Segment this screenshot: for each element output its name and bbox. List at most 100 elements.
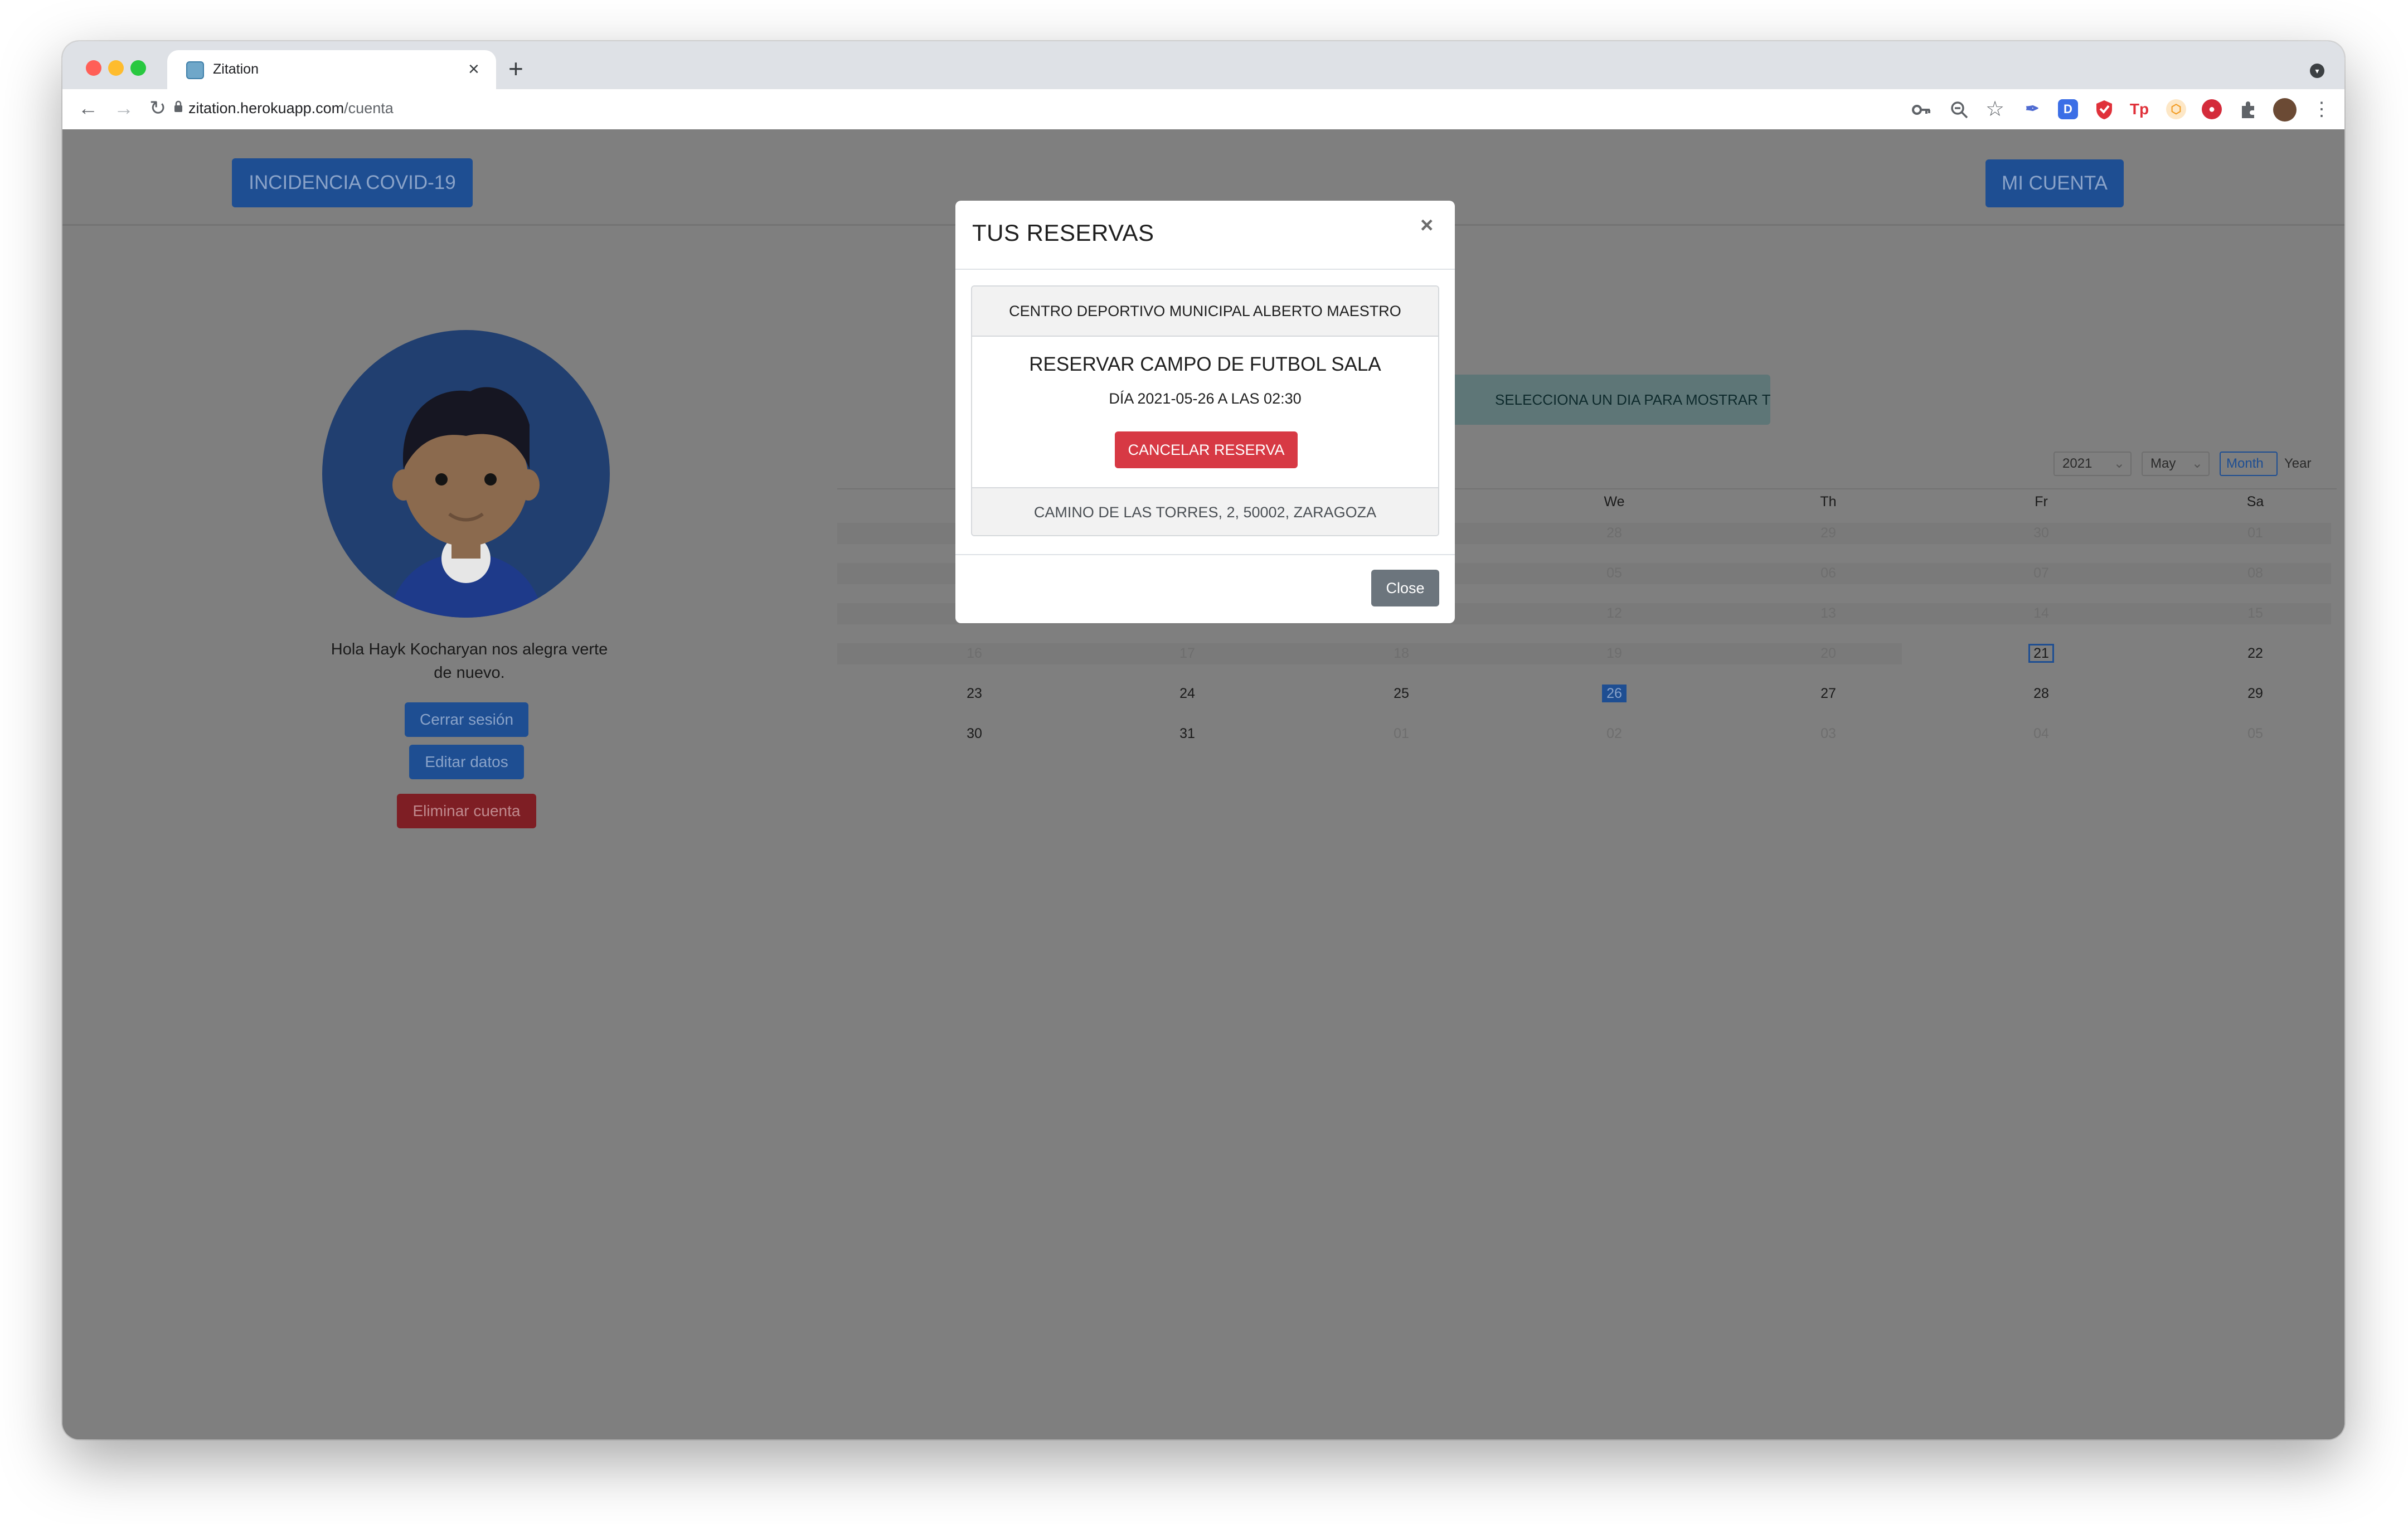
calendar-day-number: 22 <box>2247 645 2263 661</box>
calendar-day[interactable]: 01 <box>2222 522 2289 544</box>
calendar-day-number: 04 <box>2033 726 2049 741</box>
calendar-day-number: 29 <box>2247 686 2263 701</box>
calendar-day[interactable]: 15 <box>2222 602 2289 624</box>
reservation-card: CENTRO DEPORTIVO MUNICIPAL ALBERTO MAEST… <box>971 285 1439 536</box>
calendar-day[interactable]: 29 <box>1795 522 1862 544</box>
cancel-reservation-button[interactable]: CANCELAR RESERVA <box>1115 431 1298 468</box>
tab-strip: Zitation × + ▾ <box>62 41 2344 89</box>
tab-title: Zitation <box>213 61 259 77</box>
feather-extension-icon[interactable]: ✒ <box>2022 99 2042 119</box>
calendar-day[interactable]: 06 <box>1795 562 1862 584</box>
calendar-day-number: 07 <box>2033 565 2049 581</box>
calendar-day-number: 16 <box>967 645 982 661</box>
reservation-title: RESERVAR CAMPO DE FUTBOL SALA <box>1029 353 1381 375</box>
calendar-day[interactable]: 08 <box>2222 562 2289 584</box>
venue-address: CAMINO DE LAS TORRES, 2, 50002, ZARAGOZA <box>972 487 1438 535</box>
forward-icon[interactable]: → <box>114 97 134 119</box>
modal-title: TUS RESERVAS <box>972 220 1154 246</box>
calendar-day-number: 01 <box>2247 525 2263 541</box>
weekday-header: Th <box>1820 494 1837 509</box>
venue-name: CENTRO DEPORTIVO MUNICIPAL ALBERTO MAEST… <box>972 287 1438 337</box>
tab-close-icon[interactable]: × <box>468 58 479 80</box>
reservation-date: DÍA 2021-05-26 A LAS 02:30 <box>1109 390 1302 407</box>
calendar-day[interactable]: 25 <box>1368 682 1435 705</box>
calendar-day[interactable]: 29 <box>2222 682 2289 705</box>
calendar-day-number: 25 <box>1394 686 1409 701</box>
calendar-day[interactable]: 17 <box>1154 642 1221 664</box>
calendar-day[interactable]: 27 <box>1795 682 1862 705</box>
calendar-day[interactable]: 19 <box>1581 642 1648 664</box>
browser-tab[interactable]: Zitation × <box>167 50 496 89</box>
calendar-day[interactable]: 30 <box>2008 522 2075 544</box>
calendar-day[interactable]: 01 <box>1368 722 1435 745</box>
tp-extension-icon[interactable]: Tp <box>2129 99 2149 119</box>
lock-icon <box>174 100 182 112</box>
calendar-day[interactable]: 24 <box>1154 682 1221 705</box>
zoom-icon[interactable] <box>1950 100 1969 119</box>
calendar-day[interactable]: 16 <box>941 642 1008 664</box>
address-bar[interactable]: zitation.herokuapp.com/cuenta <box>188 97 394 119</box>
calendar-day[interactable]: 14 <box>2008 602 2075 624</box>
modal-close-button[interactable]: Close <box>1371 570 1439 606</box>
calendar-day[interactable]: 28 <box>2008 682 2075 705</box>
calendar-day-number: 30 <box>2033 525 2049 541</box>
maximize-window-icon[interactable] <box>130 60 146 76</box>
url-domain: zitation.herokuapp.com <box>188 100 344 117</box>
calendar-day[interactable]: 22 <box>2222 642 2289 664</box>
calendar-day[interactable]: 28 <box>1581 522 1648 544</box>
calendar-day[interactable]: 30 <box>941 722 1008 745</box>
calendar-day[interactable]: 03 <box>1795 722 1862 745</box>
calendar-day-number: 31 <box>1179 726 1195 741</box>
profile-avatar-icon[interactable] <box>2273 98 2297 122</box>
hex-extension-icon[interactable]: ⬡ <box>2166 99 2186 119</box>
reload-icon[interactable]: ↻ <box>149 97 166 119</box>
browser-window: Zitation × + ▾ ← → ↻ zitation.herokuapp.… <box>62 41 2344 1439</box>
calendar-day[interactable]: 20 <box>1795 642 1862 664</box>
calendar-day[interactable]: 04 <box>2008 722 2075 745</box>
close-window-icon[interactable] <box>86 60 101 76</box>
calendar-day[interactable]: 05 <box>1581 562 1648 584</box>
browser-menu-icon[interactable]: ⋮ <box>2312 97 2331 122</box>
d-extension-icon[interactable]: D <box>2058 99 2078 119</box>
tab-search-icon[interactable]: ▾ <box>2310 64 2324 78</box>
calendar-day[interactable]: 26 <box>1581 682 1648 705</box>
circle-extension-icon[interactable]: ● <box>2202 99 2222 119</box>
puzzle-icon[interactable] <box>2239 100 2258 119</box>
calendar-day[interactable]: 31 <box>1154 722 1221 745</box>
minimize-window-icon[interactable] <box>108 60 124 76</box>
calendar-day-number: 20 <box>1820 645 1836 661</box>
calendar-day[interactable]: 23 <box>941 682 1008 705</box>
calendar-day-number: 14 <box>2033 605 2049 621</box>
reservations-modal: TUS RESERVAS × CENTRO DEPORTIVO MUNICIPA… <box>955 201 1455 623</box>
delete-account-button[interactable]: Eliminar cuenta <box>397 794 536 828</box>
bookmark-star-icon[interactable]: ☆ <box>1985 97 2004 122</box>
calendar-day-number: 23 <box>967 686 982 701</box>
calendar-day-number: 12 <box>1606 605 1622 621</box>
calendar-day[interactable]: 02 <box>1581 722 1648 745</box>
calendar-day[interactable]: 05 <box>2222 722 2289 745</box>
weekday-header: We <box>1604 494 1625 509</box>
calendar-day[interactable]: 13 <box>1795 602 1862 624</box>
calendar-day[interactable]: 21 <box>2008 642 2075 664</box>
modal-footer-divider <box>955 554 1455 555</box>
calendar-day-number: 29 <box>1820 525 1836 541</box>
weekday-header: Fr <box>2035 494 2048 509</box>
modal-header-divider <box>955 269 1455 270</box>
modal-close-icon[interactable]: × <box>1420 214 1433 236</box>
calendar-day-number: 28 <box>2033 686 2049 701</box>
calendar-day[interactable]: 18 <box>1368 642 1435 664</box>
shield-extension-icon[interactable] <box>2095 99 2114 120</box>
calendar-day-number: 03 <box>1820 726 1836 741</box>
calendar-day-number: 01 <box>1394 726 1409 741</box>
new-tab-icon[interactable]: + <box>508 56 523 81</box>
key-icon[interactable] <box>1912 101 1931 118</box>
calendar-day-number: 18 <box>1394 645 1409 661</box>
back-icon[interactable]: ← <box>78 97 98 119</box>
calendar-day-number: 06 <box>1820 565 1836 581</box>
browser-toolbar: ← → ↻ zitation.herokuapp.com/cuenta ☆ ✒ … <box>62 89 2344 130</box>
url-path: /cuenta <box>344 100 394 117</box>
calendar-day[interactable]: 12 <box>1581 602 1648 624</box>
calendar-day-number: 02 <box>1606 726 1622 741</box>
weekday-header: Sa <box>2246 494 2264 509</box>
calendar-day[interactable]: 07 <box>2008 562 2075 584</box>
